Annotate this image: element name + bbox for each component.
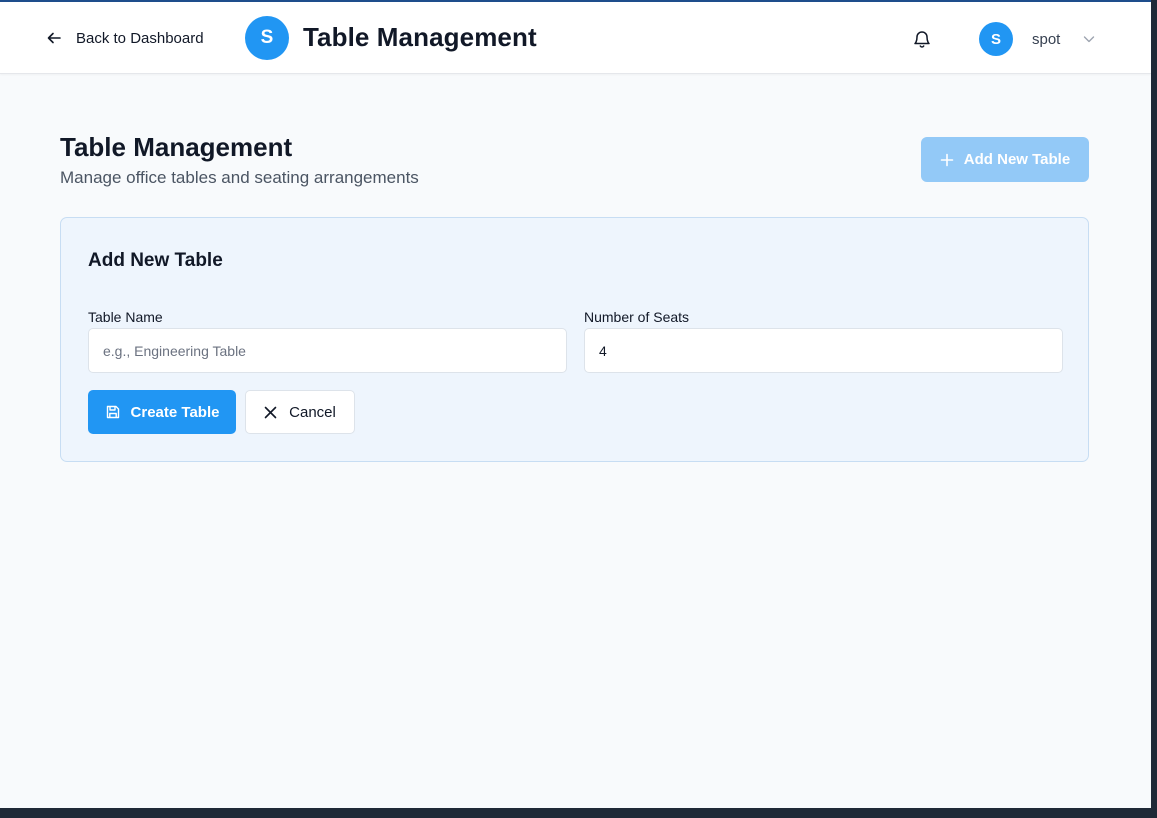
create-table-label: Create Table (130, 403, 220, 421)
create-table-button[interactable]: Create Table (88, 390, 236, 434)
save-icon (106, 405, 119, 419)
chevron-down-icon (1084, 36, 1095, 43)
cancel-button[interactable]: Cancel (245, 390, 355, 434)
add-table-form-card: Add New Table Table Name Number of Seats… (60, 217, 1089, 462)
user-menu[interactable]: S spot (979, 22, 1096, 56)
app-window: Back to Dashboard S Table Management S s… (0, 0, 1151, 808)
add-new-table-button[interactable]: Add New Table (921, 137, 1089, 182)
cancel-label: Cancel (289, 403, 336, 421)
bell-icon[interactable] (911, 28, 933, 50)
page-title: Table Management (60, 132, 293, 162)
back-link-label: Back to Dashboard (76, 29, 204, 47)
avatar: S (979, 22, 1013, 56)
app-title: Table Management (303, 22, 537, 52)
close-icon (264, 406, 277, 418)
table-name-label: Table Name (88, 309, 163, 325)
top-header: Back to Dashboard S Table Management S s… (0, 2, 1151, 74)
table-name-input[interactable] (88, 328, 567, 373)
seats-label: Number of Seats (584, 309, 690, 325)
page-subtitle: Manage office tables and seating arrange… (60, 168, 419, 187)
back-to-dashboard-link[interactable]: Back to Dashboard (46, 26, 204, 50)
user-name: spot (1032, 30, 1061, 48)
arrow-left-icon (47, 32, 61, 44)
brand-logo: S (245, 16, 289, 60)
seats-input[interactable] (584, 328, 1063, 373)
plus-icon (940, 153, 954, 166)
form-title: Add New Table (88, 250, 223, 271)
add-new-table-label: Add New Table (963, 151, 1071, 168)
